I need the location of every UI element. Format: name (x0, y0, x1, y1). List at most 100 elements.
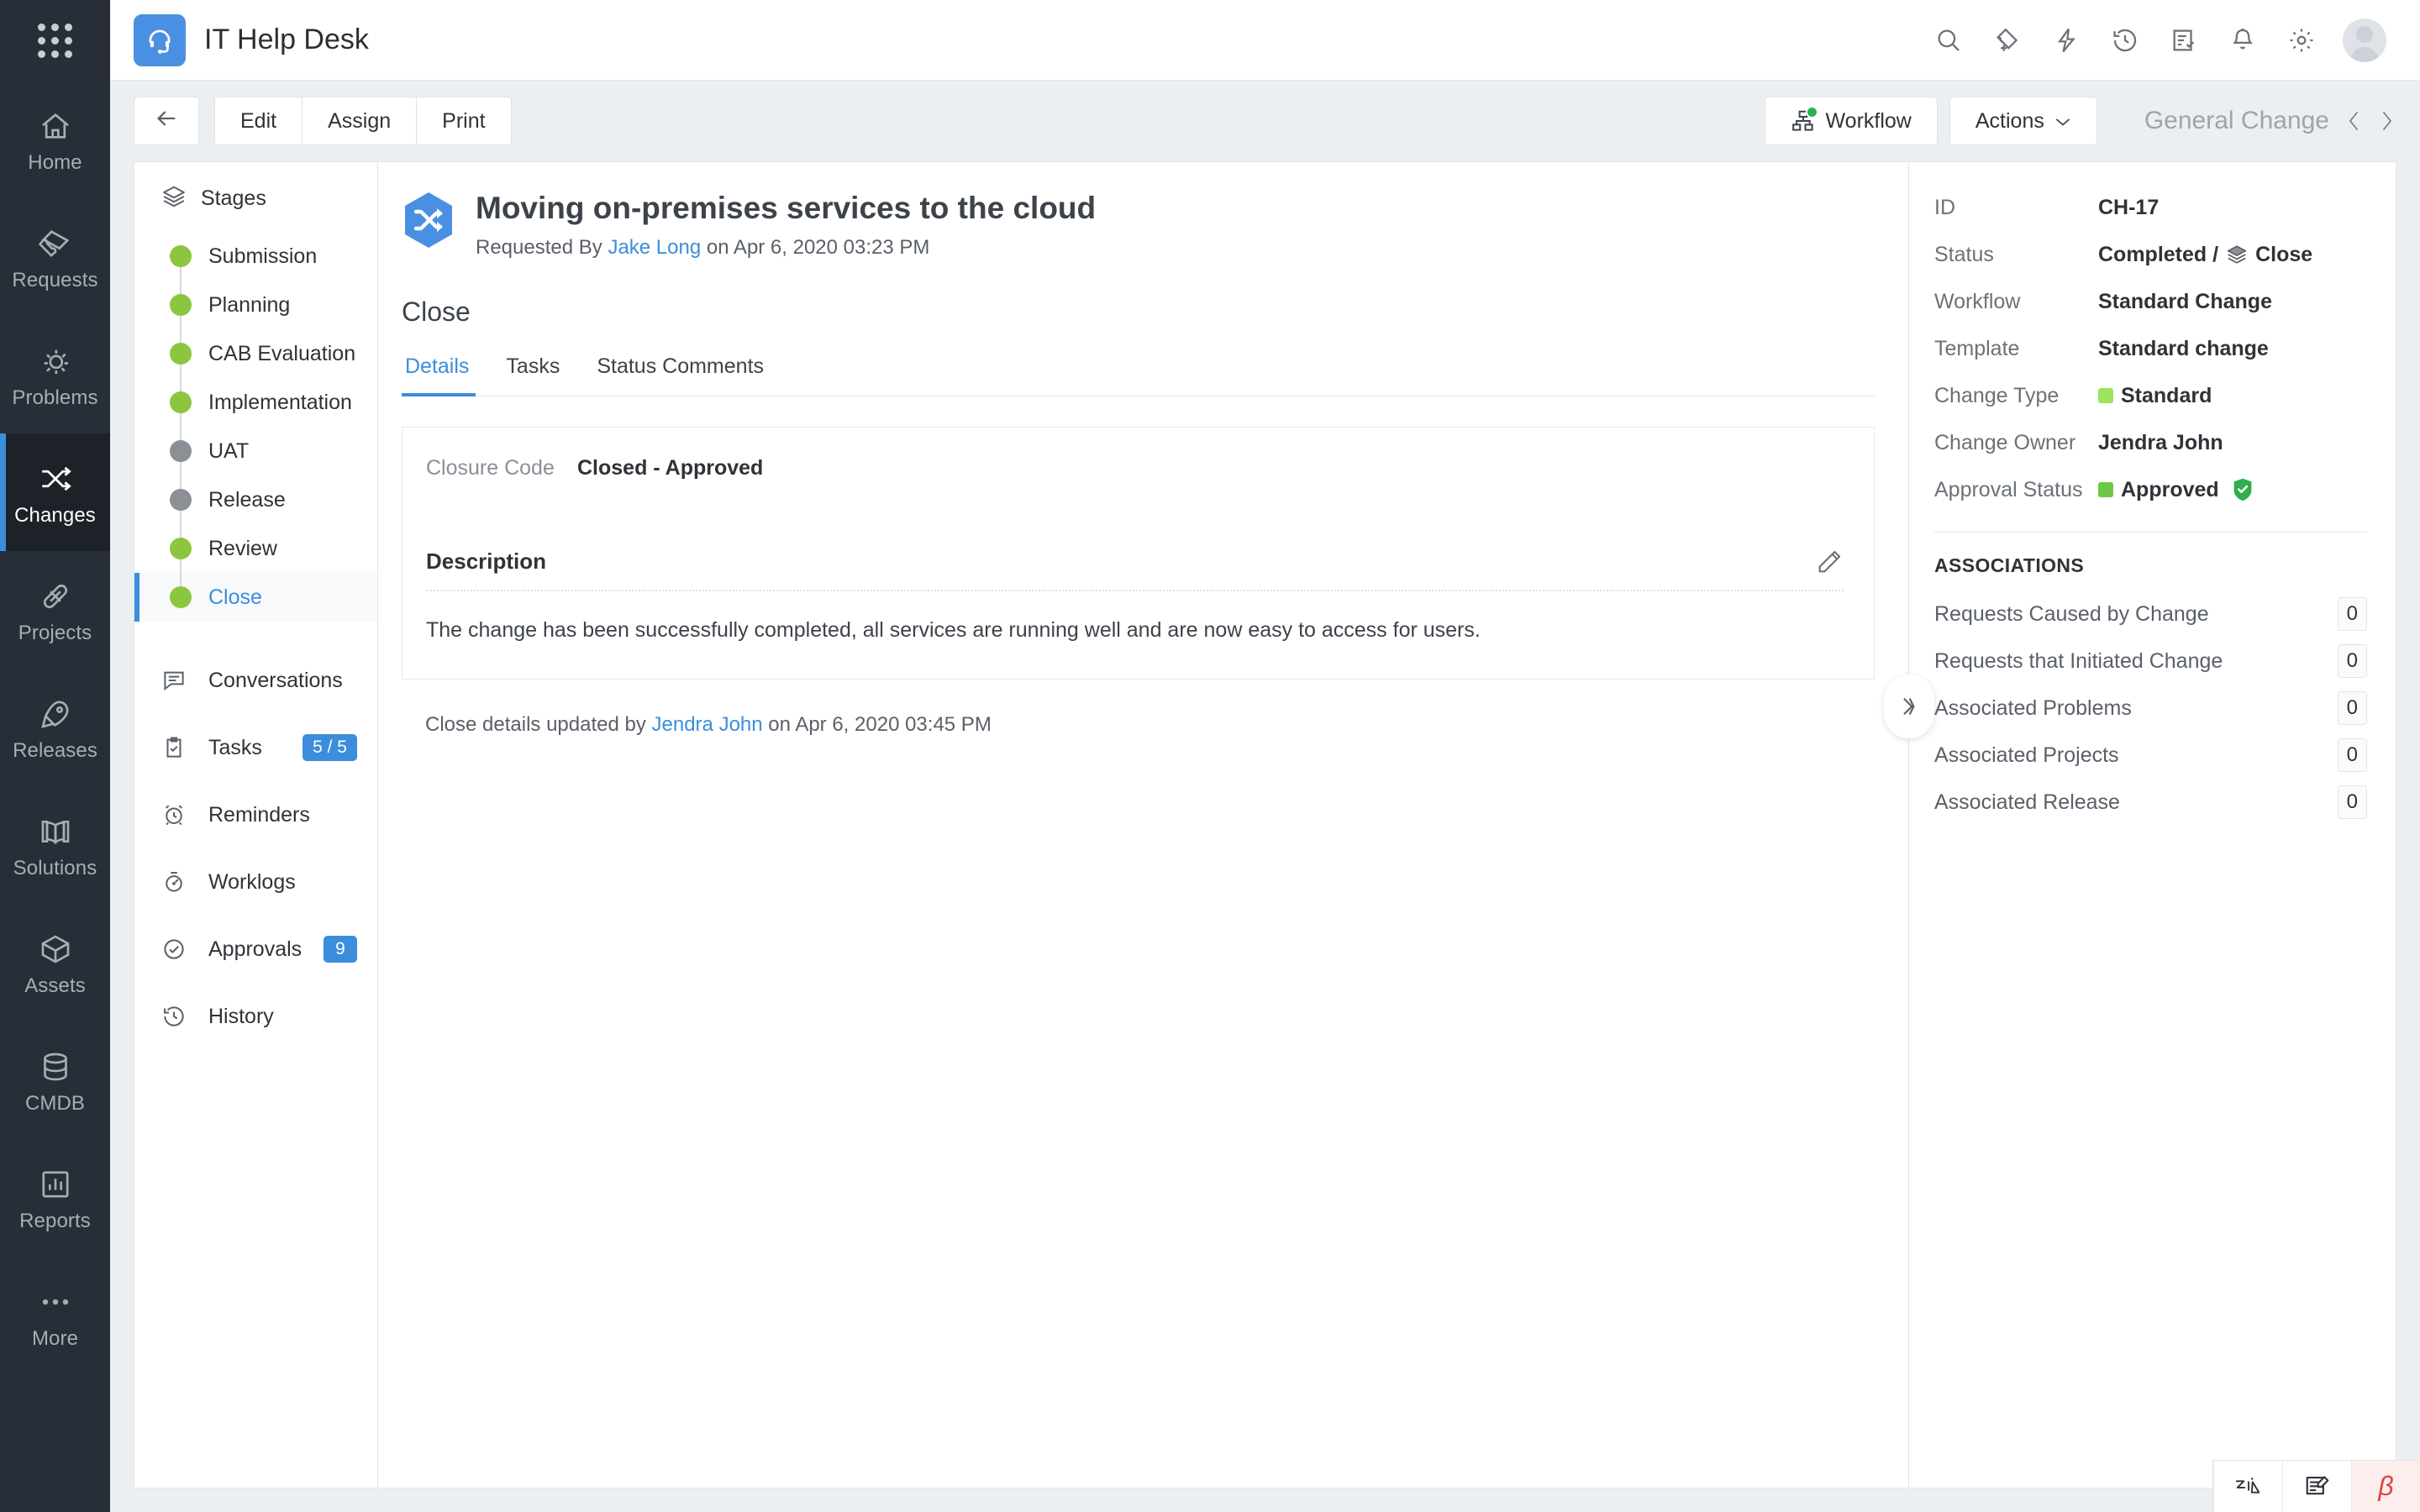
association-count[interactable]: 0 (2337, 597, 2367, 631)
menu-item-conversations[interactable]: Conversations (134, 647, 377, 714)
menu-item-label: Approvals (208, 937, 302, 961)
tab-tasks[interactable]: Tasks (487, 354, 578, 396)
notification-bell-icon[interactable] (2225, 23, 2260, 58)
menu-item-history[interactable]: History (134, 983, 377, 1050)
avatar[interactable] (2343, 18, 2386, 62)
association-count[interactable]: 0 (2337, 644, 2367, 678)
zia-assistant-icon[interactable] (2213, 1461, 2282, 1512)
description-divider (426, 589, 1844, 591)
property-row-template: Template Standard change (1934, 325, 2367, 372)
detail-tabs: Details Tasks Status Comments (402, 354, 1875, 396)
stage-status-dot (170, 343, 192, 365)
stage-item-release[interactable]: Release (134, 475, 377, 524)
association-label: Associated Projects (1934, 743, 2119, 767)
beta-badge[interactable]: β (2351, 1461, 2420, 1512)
tab-details[interactable]: Details (402, 354, 487, 396)
sidebar-item-home[interactable]: Home (0, 81, 110, 198)
history-clock-icon[interactable] (2107, 23, 2143, 58)
stage-item-uat[interactable]: UAT (134, 427, 377, 475)
stage-label: Release (208, 487, 286, 512)
stage-label: Planning (208, 292, 291, 317)
main-padding: Moving on-premises services to the cloud… (378, 162, 1908, 737)
shuffle-icon (38, 457, 73, 501)
settings-gear-icon[interactable] (2284, 23, 2319, 58)
pencil-icon[interactable] (1815, 548, 1844, 576)
back-button[interactable] (134, 97, 199, 145)
stage-item-planning[interactable]: Planning (134, 281, 377, 329)
stage-item-cab-evaluation[interactable]: CAB Evaluation (134, 329, 377, 378)
menu-item-approvals[interactable]: Approvals 9 (134, 916, 377, 983)
stage-status-dot (170, 294, 192, 316)
menu-item-label: History (208, 1004, 274, 1028)
sidebar-item-projects[interactable]: Projects (0, 551, 110, 669)
tab-status-comments[interactable]: Status Comments (578, 354, 782, 396)
change-hexagon-icon (402, 191, 455, 249)
back-arrow-icon (153, 105, 180, 138)
sidebar-item-requests[interactable]: Requests (0, 198, 110, 316)
description-label: Description (426, 549, 547, 575)
quick-action-bolt-icon[interactable] (2049, 23, 2084, 58)
stage-item-implementation[interactable]: Implementation (134, 378, 377, 427)
stage-list: Submission Planning CAB Evaluation Imple… (134, 232, 377, 622)
description-header: Description (426, 548, 1844, 590)
print-button[interactable]: Print (416, 97, 512, 145)
sidebar-item-assets[interactable]: Assets (0, 904, 110, 1021)
sidebar-item-label: CMDB (24, 1092, 86, 1115)
chevron-left-icon[interactable] (2344, 108, 2363, 134)
property-value: Completed / Close (2098, 243, 2312, 267)
stage-item-close[interactable]: Close (134, 573, 377, 622)
workflow-button[interactable]: Workflow (1764, 97, 1938, 145)
property-value: Jendra John (2098, 430, 2223, 454)
updated-by-link[interactable]: Jendra John (652, 713, 763, 736)
sidebar-item-problems[interactable]: Problems (0, 316, 110, 433)
menu-item-worklogs[interactable]: Worklogs (134, 848, 377, 916)
property-value: CH-17 (2098, 195, 2160, 219)
clipboard-check-icon (161, 735, 195, 760)
stage-label: UAT (208, 438, 250, 463)
assign-button[interactable]: Assign (302, 97, 418, 145)
property-label: Change Type (1934, 383, 2060, 407)
app-switcher-button[interactable] (0, 0, 110, 81)
stage-status-dot (170, 538, 192, 559)
check-circle-icon (161, 937, 195, 962)
property-value: Standard (2098, 384, 2212, 408)
actions-button[interactable]: Actions (1949, 97, 2097, 145)
avatar-body (2350, 46, 2379, 62)
requested-by-prefix: Requested By (476, 235, 602, 259)
sidebar-item-reports[interactable]: Reports (0, 1139, 110, 1257)
sidebar-item-releases[interactable]: Releases (0, 669, 110, 786)
stage-item-review[interactable]: Review (134, 524, 377, 573)
sidebar-item-label: Problems (12, 386, 98, 409)
association-row-release: Associated Release 0 (1934, 779, 2367, 826)
menu-item-reminders[interactable]: Reminders (134, 781, 377, 848)
stage-item-submission[interactable]: Submission (134, 232, 377, 281)
association-count[interactable]: 0 (2337, 738, 2367, 772)
edit-button[interactable]: Edit (214, 97, 303, 145)
association-count[interactable]: 0 (2337, 691, 2367, 725)
stage-status-dot (170, 489, 192, 511)
associations-title: ASSOCIATIONS (1934, 554, 2085, 576)
task-list-icon[interactable] (2166, 23, 2202, 58)
requester-link[interactable]: Jake Long (608, 236, 701, 259)
sidebar-item-solutions[interactable]: Solutions (0, 786, 110, 904)
closure-code-label: Closure Code (426, 455, 555, 480)
menu-item-tasks[interactable]: Tasks 5 / 5 (134, 714, 377, 781)
app-logo[interactable] (134, 13, 186, 66)
properties-panel: ID CH-17 Status Completed / Close Workfl… (1884, 161, 2396, 1488)
stages-header: Stages (134, 184, 377, 213)
chevron-right-double-icon[interactable] (1884, 675, 1934, 738)
search-icon[interactable] (1931, 23, 1966, 58)
requested-on: on Apr 6, 2020 03:23 PM (706, 235, 930, 259)
association-count[interactable]: 0 (2337, 785, 2367, 819)
sidebar-item-cmdb[interactable]: CMDB (0, 1021, 110, 1139)
stage-label: Review (208, 536, 277, 560)
sidebar-item-changes[interactable]: Changes (0, 433, 110, 551)
chevron-right-icon[interactable] (2378, 108, 2396, 134)
bottom-utility-bar: β (2212, 1460, 2420, 1512)
details-card: Closure Code Closed - Approved Descripti… (402, 426, 1875, 680)
add-ticket-icon[interactable] (1990, 23, 2025, 58)
feedback-edit-icon[interactable] (2282, 1461, 2351, 1512)
bug-icon (39, 339, 72, 383)
update-prefix: Close details updated by (425, 712, 646, 736)
sidebar-item-more[interactable]: More (0, 1257, 110, 1374)
